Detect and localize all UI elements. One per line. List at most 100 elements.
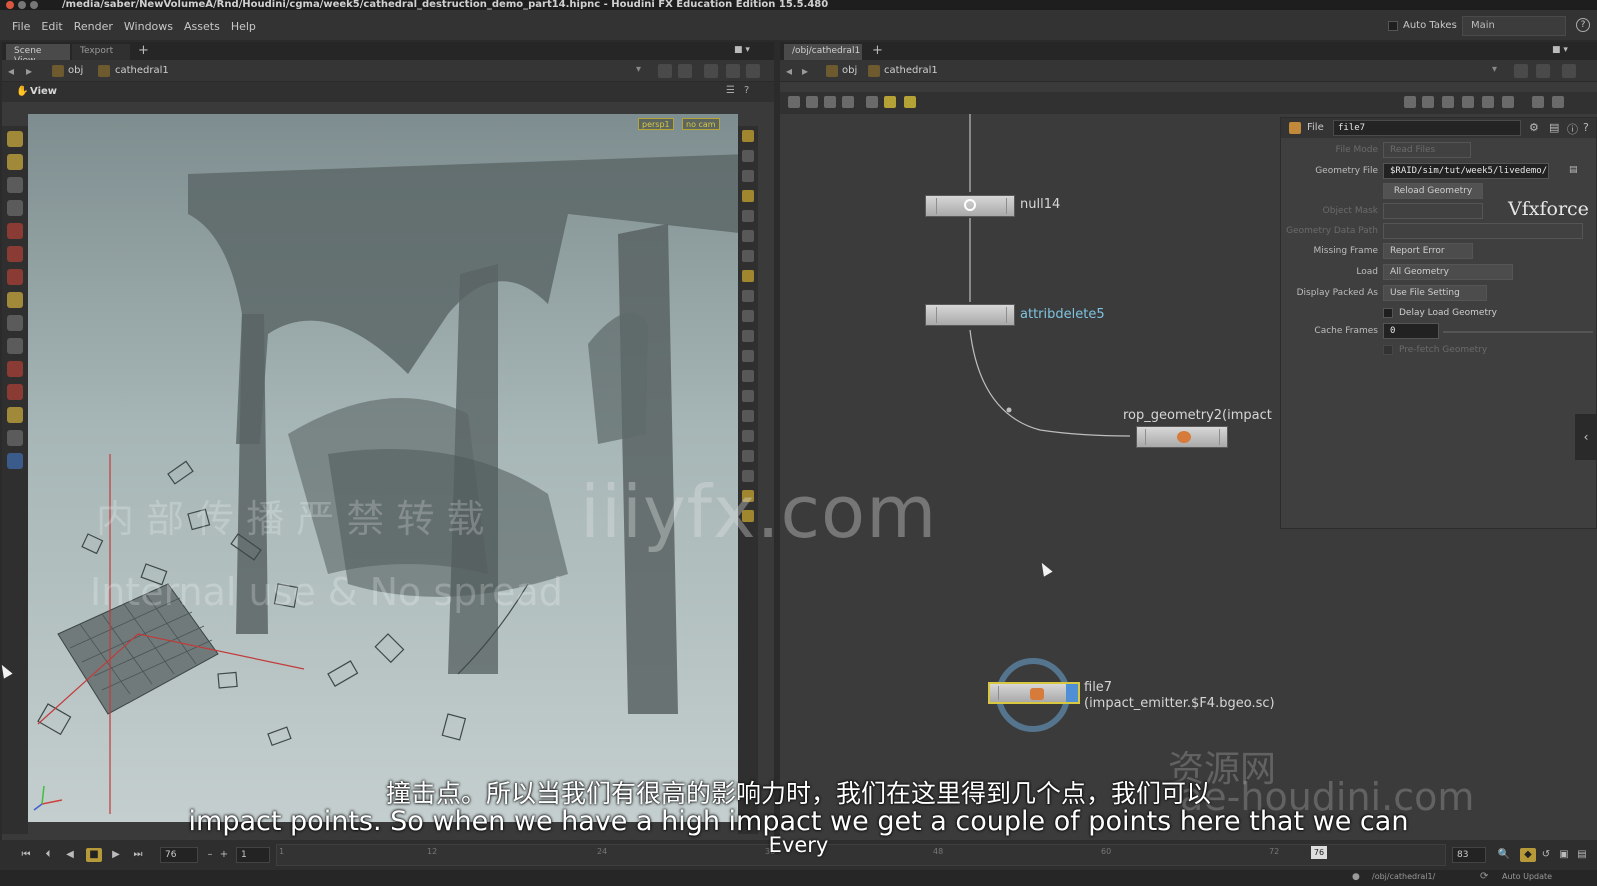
back-icon[interactable]: ◂ [8, 64, 14, 78]
param-help-icon[interactable]: ? [1583, 121, 1589, 134]
scale-tool-icon[interactable] [7, 269, 23, 285]
menu-assets[interactable]: Assets [184, 20, 220, 33]
snap-grid-icon[interactable] [7, 315, 23, 331]
tree-view-icon[interactable] [788, 96, 800, 108]
pin-button[interactable] [1514, 64, 1528, 78]
hand-icon[interactable]: ✋ [16, 86, 28, 97]
pane-split-button[interactable] [746, 64, 760, 78]
view-tool-icon[interactable] [7, 407, 23, 423]
menu-edit[interactable]: Edit [41, 20, 62, 33]
prefetch-checkbox[interactable] [1383, 345, 1393, 355]
prim-numbers-icon[interactable] [742, 390, 754, 402]
pose-tool-icon[interactable] [7, 177, 23, 193]
path-node[interactable]: cathedral1 [884, 65, 938, 76]
display-options-icon[interactable]: ☰ [726, 85, 735, 96]
pane-split-button[interactable] [1562, 64, 1576, 78]
snap-prim-icon[interactable] [7, 338, 23, 354]
node-attribdelete5[interactable] [925, 304, 1015, 326]
menu-windows[interactable]: Windows [124, 20, 173, 33]
align-icon[interactable] [1462, 96, 1474, 108]
gear-icon[interactable]: ⚙ [1529, 121, 1539, 134]
grid-snap-icon[interactable] [1502, 96, 1514, 108]
grid-view-icon[interactable] [824, 96, 836, 108]
path-root[interactable]: obj [68, 65, 83, 76]
display-packed-select[interactable]: Use File Setting [1383, 285, 1487, 301]
render-region-icon[interactable] [7, 453, 23, 469]
camera-lock-badge[interactable]: no cam [682, 118, 720, 130]
forward-icon[interactable]: ▸ [26, 64, 32, 78]
node-label-rop-geometry2[interactable]: rop_geometry2(impact [1123, 408, 1272, 423]
3d-viewport[interactable]: persp1 no cam [28, 114, 738, 822]
tab-scene-view[interactable]: Scene View [6, 44, 70, 66]
minimize-icon[interactable] [18, 1, 26, 9]
add-tab-icon[interactable]: + [138, 43, 149, 58]
uv-icon[interactable] [742, 370, 754, 382]
snap-point-icon[interactable] [7, 361, 23, 377]
take-select[interactable]: Main [1462, 16, 1566, 36]
lights-icon[interactable] [742, 170, 754, 182]
list-view-icon[interactable] [806, 96, 818, 108]
path-dropdown-icon[interactable]: ▾ [1492, 64, 1497, 75]
node-rop-geometry2[interactable] [1136, 426, 1228, 448]
bounding-box-icon[interactable] [742, 410, 754, 422]
file-chooser-icon[interactable]: ▤ [1569, 165, 1578, 175]
hda-icon[interactable]: ▤ [1549, 121, 1559, 134]
network-box-icon[interactable] [904, 96, 916, 108]
node-label-null14[interactable]: null14 [1020, 197, 1060, 212]
sort-icon[interactable] [1404, 96, 1416, 108]
tab-network[interactable]: /obj/cathedral1 [784, 44, 862, 60]
cache-frames-slider[interactable] [1443, 331, 1593, 333]
chat-icon[interactable]: ● [1352, 872, 1360, 882]
points-icon[interactable] [742, 290, 754, 302]
display-flag[interactable] [1066, 684, 1078, 702]
geometry-file-field[interactable]: $RAID/sim/tut/week5/livedemo/ [1383, 163, 1549, 179]
maximize-icon[interactable] [30, 1, 38, 9]
menu-file[interactable]: File [12, 20, 30, 33]
pane-menu-icon[interactable]: ■ ▾ [1552, 45, 1568, 55]
auto-takes-checkbox[interactable] [1388, 20, 1398, 31]
sticky-note-icon[interactable] [884, 96, 896, 108]
layout-icon[interactable] [866, 96, 878, 108]
info-icon[interactable]: ⓘ [1567, 121, 1578, 137]
camera-badge[interactable]: persp1 [638, 118, 674, 130]
collapse-panel-icon[interactable]: ‹ [1575, 414, 1597, 460]
link-button[interactable] [678, 64, 692, 78]
node-label-attribdelete5[interactable]: attribdelete5 [1020, 307, 1105, 322]
missing-frame-select[interactable]: Report Error [1383, 243, 1473, 259]
lock-camera-icon[interactable] [742, 150, 754, 162]
cache-frames-field[interactable]: 0 [1383, 323, 1439, 339]
light-bulb-icon[interactable] [742, 210, 754, 222]
template-icon[interactable] [742, 450, 754, 462]
path-root[interactable]: obj [842, 65, 857, 76]
forward-icon[interactable]: ▸ [802, 64, 808, 78]
flat-light-icon[interactable] [742, 250, 754, 262]
magnet-icon[interactable] [7, 384, 23, 400]
menu-render[interactable]: Render [74, 20, 113, 33]
ghost-icon[interactable] [742, 430, 754, 442]
file-mode-select[interactable]: Read Files [1383, 142, 1471, 158]
node-name-field[interactable]: file7 [1333, 120, 1521, 136]
display-home-icon[interactable] [742, 130, 754, 142]
wireframe-icon[interactable] [742, 270, 754, 282]
viewport-help-icon[interactable]: ? [744, 85, 749, 96]
window-controls[interactable] [6, 1, 38, 9]
refresh-icon[interactable]: ⟳ [1480, 871, 1488, 882]
shading-icon[interactable] [742, 190, 754, 202]
auto-takes[interactable]: Auto Takes [1388, 20, 1457, 31]
add-tab-icon[interactable]: + [872, 43, 883, 58]
vector-icon[interactable] [742, 350, 754, 362]
object-mask-field[interactable] [1383, 203, 1483, 219]
maximize-icon[interactable] [1552, 96, 1564, 108]
list-icon[interactable] [1482, 96, 1494, 108]
headlight-icon[interactable] [742, 230, 754, 242]
layout-button[interactable] [704, 64, 718, 78]
pin-button[interactable] [658, 64, 672, 78]
node-null14[interactable] [925, 195, 1015, 217]
close-icon[interactable] [6, 1, 14, 9]
normals-icon[interactable] [742, 330, 754, 342]
camera-tool-icon[interactable] [7, 430, 23, 446]
geometry-data-path-field[interactable] [1383, 223, 1583, 239]
select-tool-icon[interactable] [7, 131, 23, 147]
tab-texport[interactable]: Texport [72, 44, 130, 60]
delay-load-checkbox[interactable] [1383, 308, 1393, 318]
